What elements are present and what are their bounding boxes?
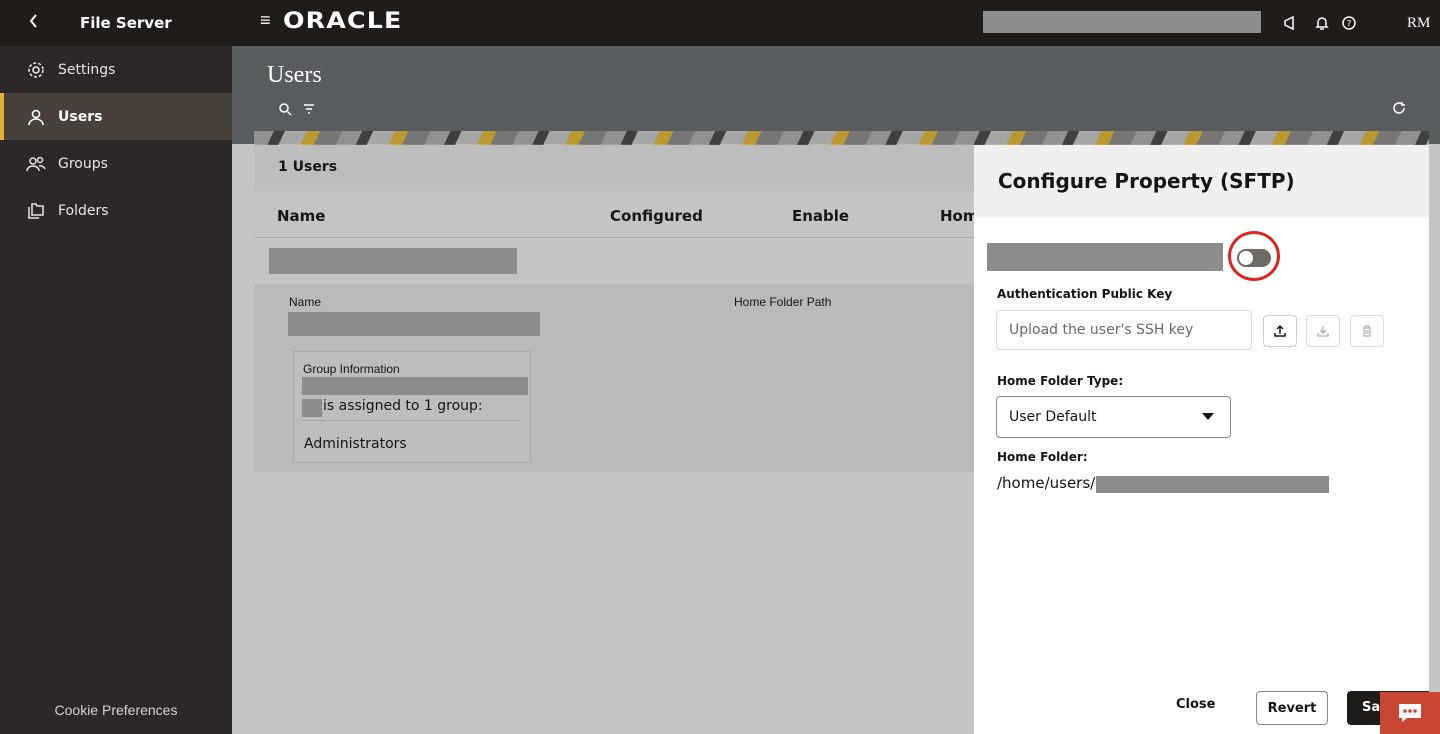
search-icon[interactable] xyxy=(278,102,292,121)
sidebar-item-settings[interactable]: Settings xyxy=(0,46,232,93)
auth-key-label: Authentication Public Key xyxy=(997,287,1173,301)
home-folder-label: Home Folder: xyxy=(997,450,1088,464)
top-bar: File Server ≡ ORACLE ? RM xyxy=(0,0,1440,46)
sftp-enable-toggle[interactable] xyxy=(1237,249,1271,267)
panel-header: Configure Property (SFTP) xyxy=(974,145,1429,217)
app-title: File Server xyxy=(80,14,172,32)
users-table-card: 1 Users Name Configured Enable Hom Name … xyxy=(254,145,979,734)
oracle-logo: ORACLE xyxy=(283,9,403,34)
content-header: Users xyxy=(232,46,1440,144)
user-count: 1 Users xyxy=(278,159,338,175)
column-header-home[interactable]: Hom xyxy=(940,207,979,225)
redacted-home-folder xyxy=(1096,476,1329,493)
column-header-enable[interactable]: Enable xyxy=(792,207,849,225)
redacted-toggle-label xyxy=(987,243,1223,271)
toggle-knob xyxy=(1239,251,1253,265)
help-icon[interactable]: ? xyxy=(1338,12,1360,34)
filter-icon[interactable] xyxy=(302,102,316,121)
revert-button[interactable]: Revert xyxy=(1256,691,1328,725)
home-folder-path: /home/users/ xyxy=(997,474,1096,492)
trash-icon xyxy=(1363,325,1371,337)
download-icon xyxy=(1317,326,1329,337)
ssh-key-input[interactable] xyxy=(996,310,1252,350)
delete-key-button[interactable] xyxy=(1350,315,1384,347)
folders-icon xyxy=(26,201,46,221)
upload-icon xyxy=(1274,324,1286,337)
table-row-redacted-user[interactable] xyxy=(269,248,517,274)
close-button[interactable]: Close xyxy=(1176,697,1215,712)
detail-home-folder-path-label: Home Folder Path xyxy=(734,295,832,309)
sidebar-item-folders[interactable]: Folders xyxy=(0,187,232,234)
page-title: Users xyxy=(267,62,322,88)
row-detail: Name Home Folder Path Group Information … xyxy=(254,284,974,472)
home-folder-type-select[interactable]: User Default xyxy=(996,396,1231,438)
user-icon xyxy=(26,107,46,127)
save-label: Sa xyxy=(1362,700,1381,715)
sidebar-item-label: Groups xyxy=(58,155,108,172)
column-header-name[interactable]: Name xyxy=(277,207,325,225)
sidebar: Settings Users Groups Folders Cookie Pre… xyxy=(0,46,232,734)
redacted-username xyxy=(302,399,322,417)
gear-icon xyxy=(26,60,46,80)
chat-icon xyxy=(1399,704,1421,722)
refresh-icon[interactable] xyxy=(1392,101,1406,120)
megaphone-icon[interactable] xyxy=(1280,12,1302,34)
sidebar-item-groups[interactable]: Groups xyxy=(0,140,232,187)
column-header-configured[interactable]: Configured xyxy=(610,207,703,225)
detail-name-label: Name xyxy=(289,295,322,309)
upload-key-button[interactable] xyxy=(1263,315,1297,347)
header-divider xyxy=(254,237,974,238)
cookie-preferences-link[interactable]: Cookie Preferences xyxy=(0,702,232,718)
group-info-label: Group Information xyxy=(303,362,400,376)
sidebar-item-label: Folders xyxy=(58,202,109,219)
svg-text:?: ? xyxy=(1347,20,1352,30)
redacted-search-field[interactable] xyxy=(983,11,1261,33)
hamburger-icon[interactable]: ≡ xyxy=(260,10,271,31)
sidebar-item-users[interactable]: Users xyxy=(0,93,232,140)
bell-icon[interactable] xyxy=(1311,12,1333,34)
back-icon[interactable] xyxy=(22,10,46,34)
count-bar: 1 Users xyxy=(254,145,974,191)
download-key-button[interactable] xyxy=(1306,315,1340,347)
home-folder-type-value: User Default xyxy=(1009,409,1097,425)
configure-property-panel: Configure Property (SFTP) Authentication… xyxy=(974,145,1429,734)
assigned-text: is assigned to 1 group: xyxy=(323,398,483,414)
home-folder-type-label: Home Folder Type: xyxy=(997,374,1124,388)
group-divider xyxy=(302,420,522,421)
user-avatar[interactable]: RM xyxy=(1407,15,1430,32)
sidebar-item-label: Users xyxy=(58,108,103,125)
chat-button[interactable] xyxy=(1380,692,1440,734)
panel-title: Configure Property (SFTP) xyxy=(998,169,1295,193)
decorative-banner xyxy=(254,131,1429,145)
redacted-group-user xyxy=(302,377,528,395)
group-icon xyxy=(26,154,46,174)
group-name: Administrators xyxy=(304,436,407,452)
group-information-box: Group Information is assigned to 1 group… xyxy=(293,351,531,463)
sidebar-item-label: Settings xyxy=(58,61,116,78)
caret-down-icon xyxy=(1202,413,1214,420)
redacted-name-value xyxy=(288,312,540,336)
